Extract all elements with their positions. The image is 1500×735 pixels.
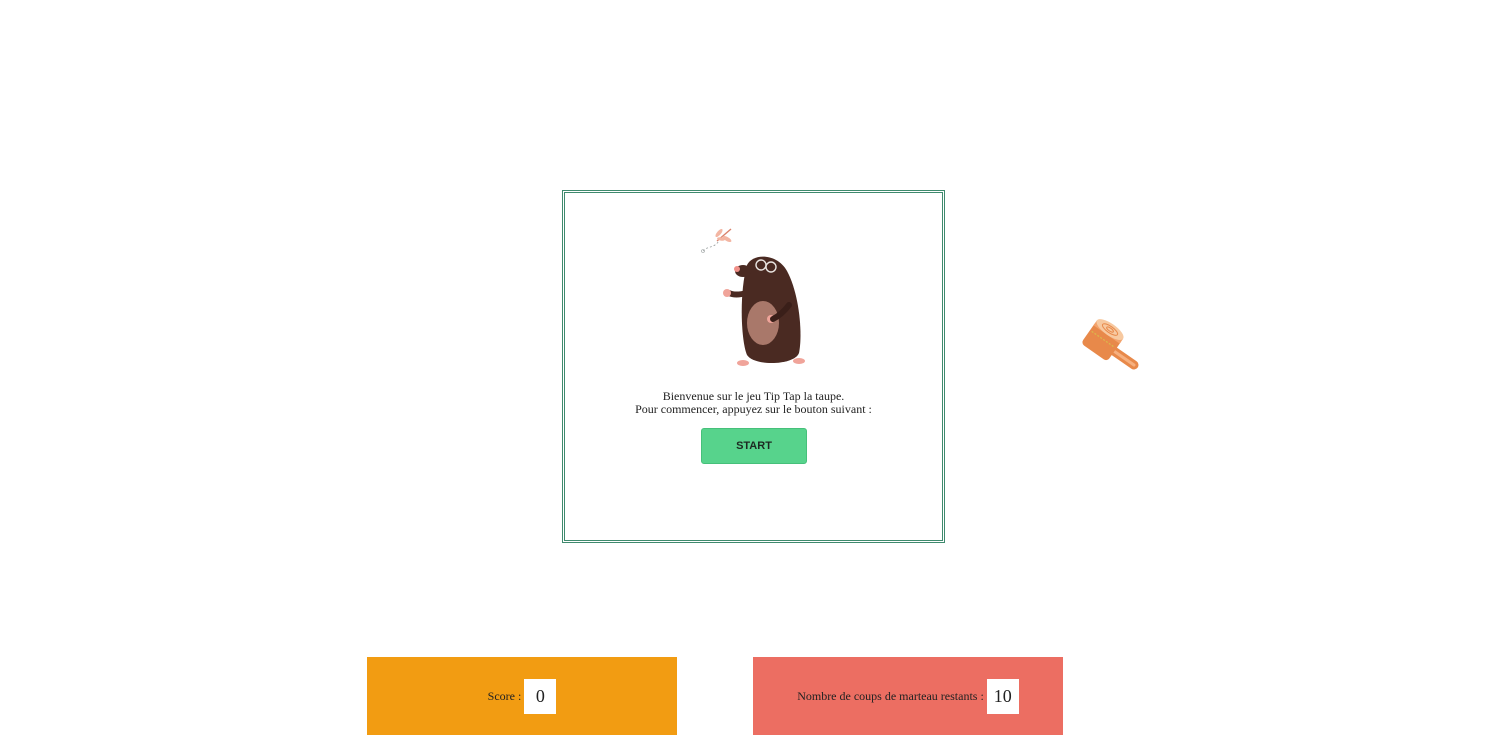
dragonfly-icon [701,228,732,253]
welcome-message: Bienvenue sur le jeu Tip Tap la taupe. P… [565,390,942,416]
score-label: Score : [487,688,522,703]
mole-icon [701,228,805,366]
welcome-line-2: Pour commencer, appuyez sur le bouton su… [635,402,872,416]
remaining-hits-value: 10 [986,678,1019,714]
game-stage: Bienvenue sur le jeu Tip Tap la taupe. P… [0,0,1500,735]
remaining-hits-panel: Nombre de coups de marteau restants : 10 [753,657,1063,735]
score-panel: Score : 0 [367,657,677,735]
score-value: 0 [524,678,557,714]
welcome-dialog: Bienvenue sur le jeu Tip Tap la taupe. P… [562,190,945,543]
hammer-icon [1082,319,1139,370]
start-button[interactable]: START [701,428,807,464]
remaining-hits-label: Nombre de coups de marteau restants : [797,688,984,703]
